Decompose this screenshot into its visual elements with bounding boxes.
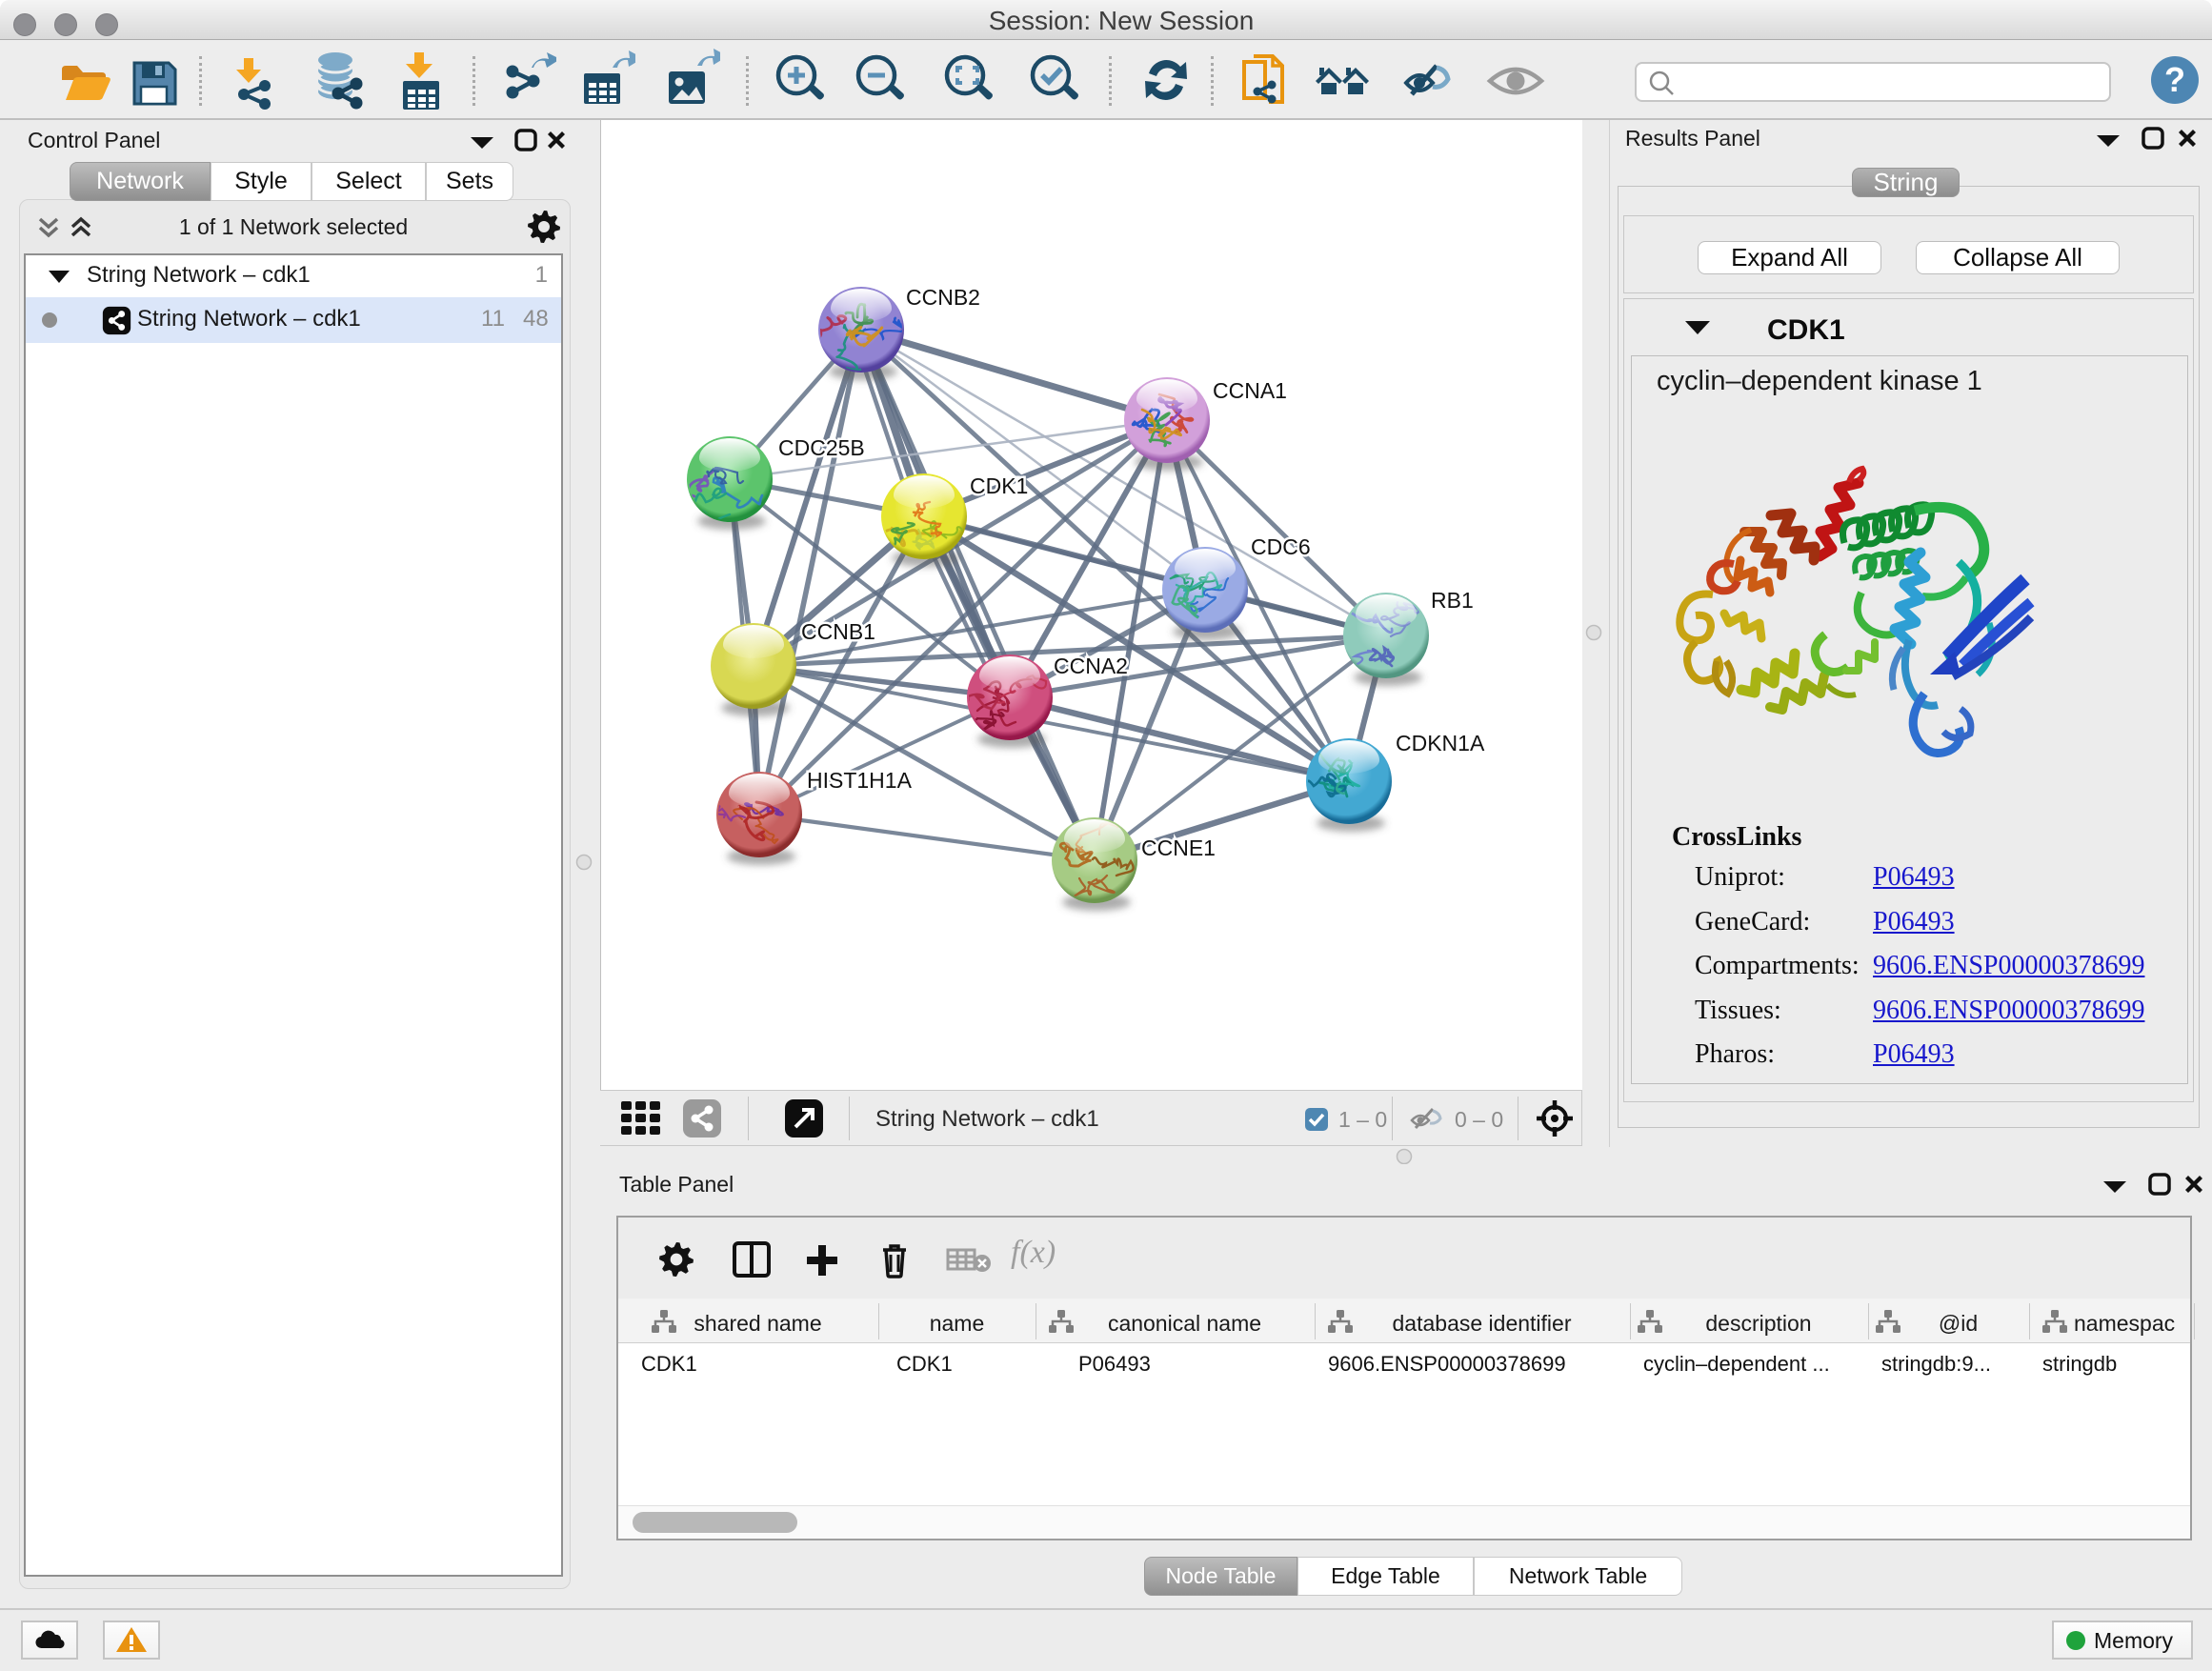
svg-text:CDC25B: CDC25B [778,435,865,460]
svg-text:CCNB2: CCNB2 [906,285,980,310]
svg-text:CCNA2: CCNA2 [1054,654,1128,678]
svg-text:CCNA1: CCNA1 [1213,378,1287,403]
svg-text:HIST1H1A: HIST1H1A [807,768,913,793]
svg-text:CDC6: CDC6 [1251,534,1311,559]
svg-text:RB1: RB1 [1431,588,1474,613]
svg-text:CDK1: CDK1 [970,473,1028,498]
svg-text:CDKN1A: CDKN1A [1396,731,1485,755]
svg-text:CCNB1: CCNB1 [801,619,875,644]
svg-text:?: ? [2164,60,2185,99]
svg-text:CCNE1: CCNE1 [1141,836,1216,860]
